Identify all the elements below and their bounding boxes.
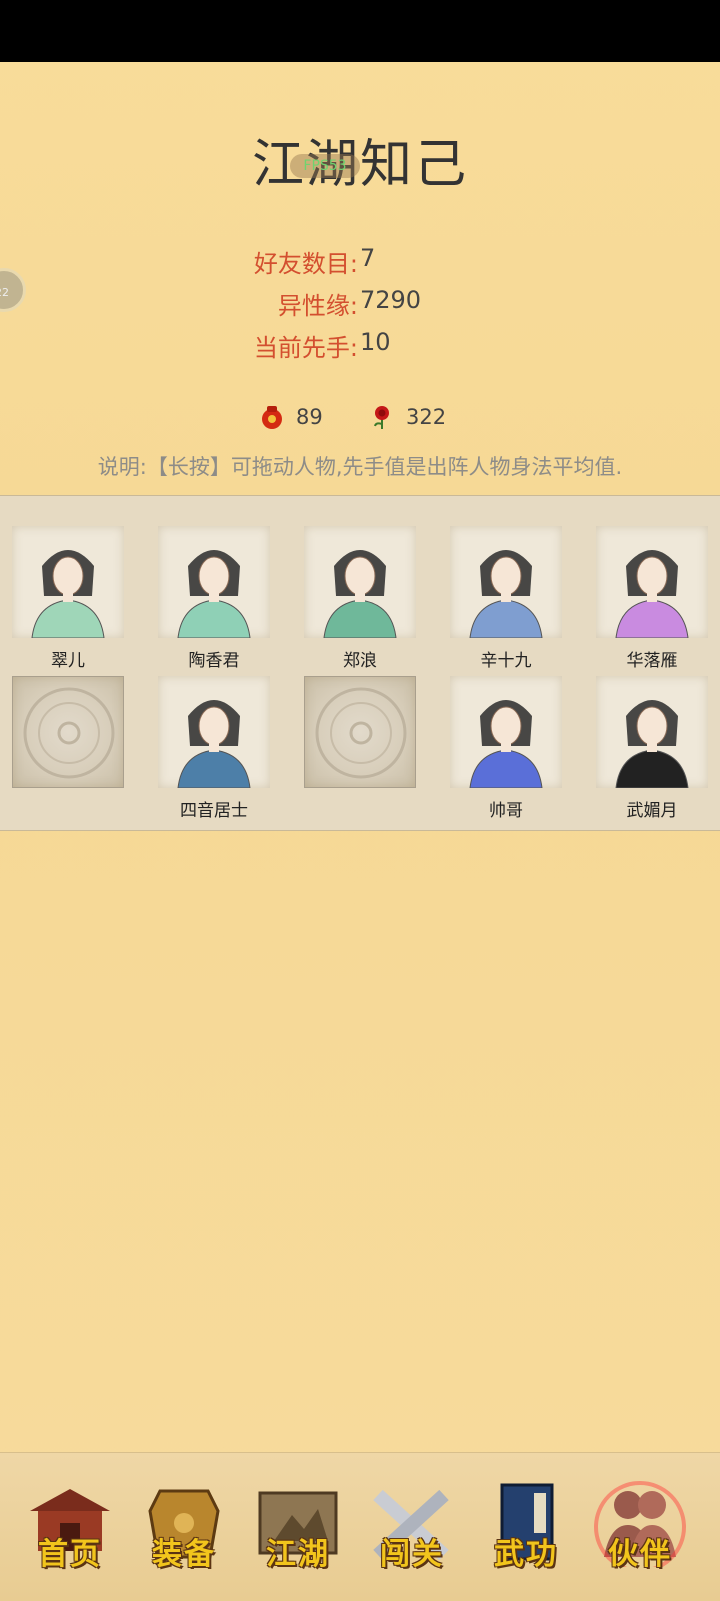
companion-name: 华落雁	[626, 651, 678, 671]
companion-portrait	[12, 526, 124, 638]
nav-armor[interactable]: 装备	[130, 1471, 238, 1581]
nav-label: 武功	[494, 1537, 558, 1572]
nav-label: 江湖	[266, 1537, 330, 1572]
rose-resource: 322	[370, 404, 446, 430]
companion-portrait	[158, 526, 270, 638]
companion-portrait	[596, 676, 708, 788]
status-bar	[0, 0, 720, 62]
companion-card[interactable]: 帅哥	[450, 676, 562, 821]
nav-crossed-swords[interactable]: 闯关	[358, 1471, 466, 1581]
companion-card[interactable]: 辛十九	[450, 526, 562, 671]
companion-card[interactable]: 陶香君	[158, 526, 270, 671]
wine-resource: 89	[260, 404, 323, 430]
nav-label: 闯关	[380, 1537, 444, 1572]
instruction-note: 说明:【长按】可拖动人物,先手值是出阵人物身法平均值.	[97, 455, 623, 479]
companion-portrait	[158, 676, 270, 788]
companion-name: 武媚月	[626, 801, 678, 821]
nav-companions[interactable]: 伙伴	[586, 1471, 694, 1581]
companion-name	[12, 796, 124, 816]
wine-count: 89	[296, 405, 323, 429]
stat-label: 好友数目:	[253, 250, 358, 278]
stat-label: 异性缘:	[277, 292, 358, 320]
wine-jar-icon	[262, 406, 282, 429]
companion-roster: 翠儿 陶香君 郑浪 辛十九 华落雁四音居士 帅哥 武媚月	[0, 495, 720, 831]
page-title: 江湖知己	[251, 135, 468, 195]
empty-slot-emblem	[304, 676, 416, 788]
companion-name: 帅哥	[489, 801, 523, 821]
stat-value: 7290	[360, 286, 422, 314]
companion-card[interactable]: 四音居士	[158, 676, 270, 821]
companion-portrait	[596, 526, 708, 638]
stat-value: 10	[360, 328, 391, 356]
fps-badge: FPS53	[290, 154, 360, 178]
companion-portrait	[304, 526, 416, 638]
stat-label: 当前先手:	[253, 334, 358, 362]
companion-portrait	[450, 676, 562, 788]
companion-name: 四音居士	[180, 801, 248, 821]
nav-label: 首页	[38, 1537, 102, 1572]
companion-card[interactable]: 华落雁	[596, 526, 708, 671]
companion-name	[304, 796, 416, 816]
companion-name: 郑浪	[343, 651, 377, 671]
stat-value: 7	[360, 244, 376, 272]
nav-label: 伙伴	[608, 1537, 672, 1572]
companion-card[interactable]: 武媚月	[596, 676, 708, 821]
companion-name: 辛十九	[480, 651, 532, 671]
bottom-navigation: 首页 装备 江湖 闯关 武功 伙伴	[0, 1452, 720, 1601]
nav-house[interactable]: 首页	[16, 1471, 124, 1581]
companion-portrait	[450, 526, 562, 638]
nav-map-scroll[interactable]: 江湖	[244, 1471, 352, 1581]
companion-name: 陶香君	[188, 651, 240, 671]
rose-count: 322	[406, 405, 447, 429]
empty-slot-emblem	[12, 676, 124, 788]
empty-companion-slot[interactable]	[12, 676, 124, 816]
companion-card[interactable]: 翠儿	[12, 526, 124, 671]
rose-icon	[374, 406, 389, 429]
floating-side-button[interactable]: 22	[0, 268, 26, 312]
companion-name: 翠儿	[51, 651, 85, 671]
companion-card[interactable]: 郑浪	[304, 526, 416, 671]
nav-label: 装备	[152, 1537, 216, 1572]
nav-book[interactable]: 武功	[472, 1471, 580, 1581]
empty-companion-slot[interactable]	[304, 676, 416, 816]
